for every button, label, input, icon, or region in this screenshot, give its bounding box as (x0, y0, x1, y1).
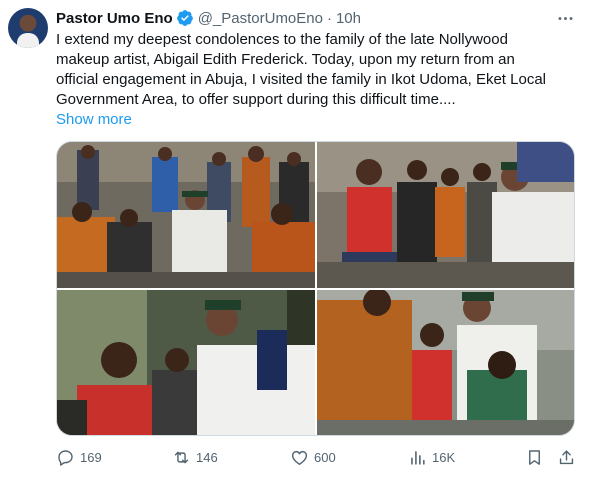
views-chart-icon (411, 450, 425, 465)
tweet-text-line: I extend my deepest condolences to the f… (56, 31, 508, 48)
heart-icon (291, 450, 308, 465)
retweet-count: 146 (196, 449, 218, 465)
tweet-action-bar: 169 146 600 16K (56, 446, 586, 468)
media-photo-4[interactable] (317, 290, 574, 435)
retweet-button[interactable]: 146 (172, 446, 218, 468)
verified-badge-icon[interactable] (176, 9, 194, 27)
reply-icon (58, 449, 73, 466)
tweet-text-line: makeup artist, Abigail Edith Frederick. … (56, 51, 515, 68)
media-photo-1[interactable] (57, 142, 315, 288)
like-button[interactable]: 600 (290, 446, 336, 468)
tweet-text-line: official engagement in Abuja, I visited … (56, 71, 546, 88)
author-handle[interactable]: @_PastorUmoEno (198, 10, 323, 27)
tweet-card[interactable]: Pastor Umo Eno @_PastorUmoEno · 10h I ex… (0, 0, 595, 480)
retweet-icon (174, 451, 189, 463)
author-name[interactable]: Pastor Umo Eno (56, 10, 173, 27)
bookmark-button[interactable] (525, 446, 544, 468)
reply-button[interactable]: 169 (56, 446, 102, 468)
bookmark-icon (529, 449, 540, 465)
more-horizontal-icon (558, 16, 572, 20)
share-button[interactable] (557, 446, 576, 468)
media-photo-2[interactable] (317, 142, 574, 288)
separator-dot: · (326, 9, 332, 27)
tweet-timestamp[interactable]: 10h (336, 10, 361, 27)
tweet-text: I extend my deepest condolences to the f… (56, 30, 586, 110)
like-count: 600 (314, 449, 336, 465)
views-button[interactable]: 16K (408, 446, 455, 468)
show-more-link[interactable]: Show more (56, 110, 132, 130)
share-icon (559, 449, 574, 464)
reply-count: 169 (80, 449, 102, 465)
tweet-header: Pastor Umo Eno @_PastorUmoEno · 10h (56, 8, 361, 28)
avatar[interactable] (8, 8, 48, 48)
tweet-text-line: Government Area, to offer support during… (56, 91, 456, 108)
views-count: 16K (432, 449, 456, 465)
media-photo-3[interactable] (57, 290, 315, 435)
more-options-button[interactable] (548, 5, 582, 31)
media-grid (56, 141, 575, 436)
